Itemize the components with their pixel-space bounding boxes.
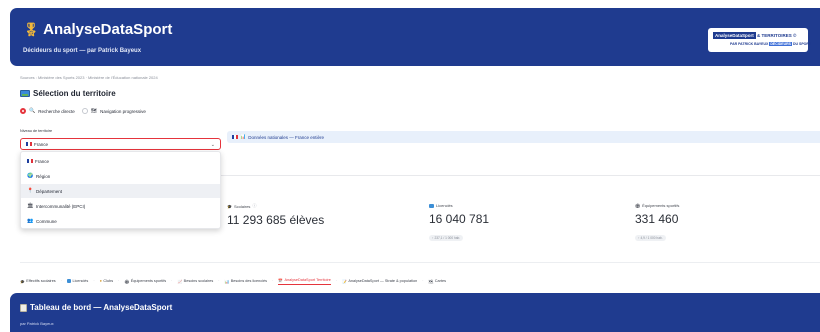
tab-besoins-licencies[interactable]: 📊 Besoins des licenciés	[224, 279, 267, 284]
national-banner-text: Données nationales — France entière	[248, 134, 325, 140]
map-icon	[20, 90, 30, 97]
territory-section-title: Sélection du territoire	[20, 89, 116, 98]
magnifier-icon: 🔍	[29, 108, 36, 114]
trophy-icon: ●	[99, 279, 102, 283]
dropdown-option-departement[interactable]: 📍 Département	[21, 184, 220, 198]
pencil-chart-icon: 📝	[342, 279, 347, 284]
help-icon[interactable]: ⓘ	[252, 203, 256, 209]
chevron-down-icon: ⌄	[210, 142, 215, 148]
tab-besoins-scolaires[interactable]: 📈 Besoins scolaires	[177, 279, 213, 284]
bar-chart-icon: 📊	[240, 134, 247, 140]
brand-logo: AnalyseDataSport & TERRITOIRES © PAR PAT…	[708, 28, 811, 52]
metric-label-scolaires: Scolaires	[233, 203, 251, 209]
territory-level-selected: France	[34, 141, 49, 147]
graduation-cap-icon: 🎓	[20, 279, 25, 284]
radio-progressive-nav[interactable]	[81, 108, 88, 114]
globe-icon: 🌍	[27, 173, 34, 179]
tab-licencies[interactable]: Licenciés	[66, 279, 88, 283]
dashboard-title-text: Tableau de bord — AnalyseDataSport	[30, 303, 173, 312]
metric-scolaires: 🎓 Scolaires ⓘ 11 293 685 élèves	[227, 203, 324, 227]
dashboard-title: Tableau de bord — AnalyseDataSport	[20, 303, 172, 312]
sources-caption: Sources : Ministère des Sports 2023 · Mi…	[20, 75, 158, 80]
metric-delta-licencies: ↑ 237,1 / 1 000 hab.	[429, 235, 464, 241]
dashboard-subtitle: par Patrick Bayeux	[20, 321, 54, 326]
app-header: 🎖 AnalyseDataSport Décideurs du sport — …	[10, 8, 820, 66]
metric-label-licencies: Licenciés	[436, 203, 453, 208]
territory-level-select[interactable]: France ⌄	[20, 138, 221, 150]
tab-analysedatasport-territoire[interactable]: 📅 AnalyseDataSport Territoire	[278, 278, 331, 285]
id-card-icon	[429, 203, 434, 208]
metric-label-equipements: Équipements sportifs	[642, 203, 680, 208]
stadium-icon: 🏟	[635, 203, 641, 208]
graduation-cap-icon: 🎓	[227, 203, 232, 209]
metric-value-scolaires: 11 293 685 élèves	[227, 213, 325, 227]
tab-effectifs-scolaires[interactable]: 🎓 Effectifs scolaires	[20, 279, 56, 284]
app-title-text: AnalyseDataSport	[43, 21, 173, 38]
search-mode-radio-group: 🔍 Recherche directe 🗺 Navigation progres…	[20, 108, 146, 114]
clipboard-icon	[20, 303, 27, 312]
tab-clubs[interactable]: ● Clubs	[100, 279, 114, 283]
metric-delta-equipements: ↑ 4,9 / 1 000 hab.	[635, 235, 666, 241]
radio-direct-search-label[interactable]: Recherche directe	[38, 109, 75, 114]
metric-equipements: 🏟 Équipements sportifs 331 460 ↑ 4,9 / 1…	[635, 203, 679, 244]
territory-level-dropdown: France 🌍 Région 📍 Département 🏛 Intercom…	[20, 151, 221, 229]
metric-licencies: Licenciés 16 040 781 ↑ 237,1 / 1 000 hab…	[429, 203, 489, 244]
tab-strate-population[interactable]: 📝 AnalyseDataSport — Strate & population	[342, 279, 417, 284]
france-flag-icon	[26, 142, 32, 146]
id-card-icon	[66, 279, 71, 283]
calendar-icon: 📅	[278, 278, 284, 283]
tabs-bar: 🎓 Effectifs scolaires · Licenciés · ● Cl…	[20, 278, 446, 285]
medal-icon: 🎖	[23, 22, 40, 37]
bar-chart-icon: 📊	[224, 279, 230, 284]
dropdown-option-france[interactable]: France	[21, 154, 220, 168]
chart-icon: 📈	[177, 279, 183, 284]
radio-progressive-nav-label[interactable]: Navigation progressive	[100, 109, 146, 114]
map-small-icon: 🗺	[90, 108, 98, 114]
app-title: 🎖 AnalyseDataSport	[23, 21, 172, 38]
dropdown-option-commune[interactable]: 👥 Commune	[21, 214, 220, 228]
tab-equipements-sportifs[interactable]: 🏟 Équipements sportifs	[124, 279, 166, 284]
building-icon: 🏛	[27, 203, 34, 209]
radio-direct-search[interactable]	[20, 108, 26, 114]
territory-level-label: Niveau de territoire	[20, 129, 53, 133]
dropdown-option-region[interactable]: 🌍 Région	[21, 169, 220, 183]
france-flag-icon	[232, 135, 238, 139]
dashboard-banner: Tableau de bord — AnalyseDataSport par P…	[10, 293, 820, 332]
tab-cartes[interactable]: 🗺 Cartes	[428, 279, 446, 284]
national-data-banner: 📊 Données nationales — France entière	[227, 131, 820, 143]
france-flag-icon	[27, 159, 33, 163]
tabs-top-divider	[20, 262, 820, 263]
people-icon: 👥	[27, 218, 34, 224]
metric-value-equipements: 331 460	[635, 212, 679, 226]
dropdown-option-epci[interactable]: 🏛 Intercommunalité (EPCI)	[21, 199, 220, 213]
metric-value-licencies: 16 040 781	[429, 212, 490, 226]
stadium-icon: 🏟	[124, 279, 130, 284]
map-icon: 🗺	[428, 279, 434, 284]
pin-icon: 📍	[27, 188, 34, 194]
territory-title-text: Sélection du territoire	[33, 89, 116, 98]
app-subtitle: Décideurs du sport — par Patrick Bayeux	[23, 48, 142, 54]
